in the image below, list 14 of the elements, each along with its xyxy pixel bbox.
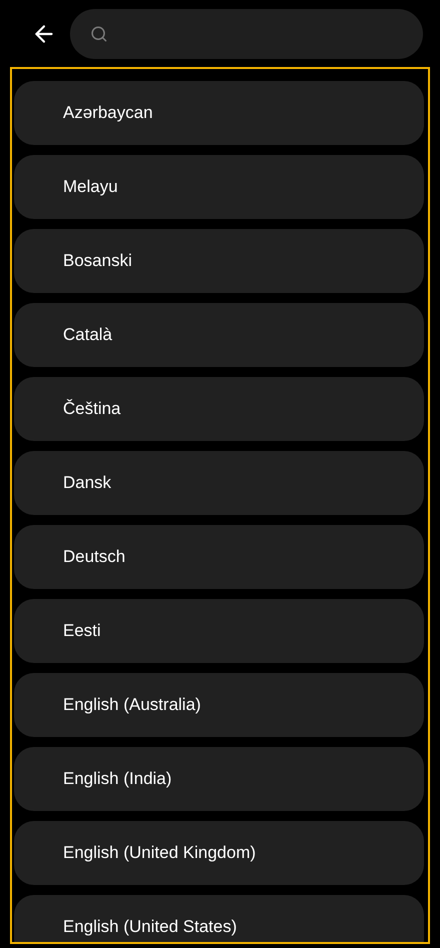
language-item[interactable]: Azərbaycan: [14, 81, 424, 145]
language-item[interactable]: Čeština: [14, 377, 424, 441]
language-item[interactable]: English (United Kingdom): [14, 821, 424, 885]
language-item[interactable]: English (United States): [14, 895, 424, 942]
language-item[interactable]: Eesti: [14, 599, 424, 663]
language-item[interactable]: Deutsch: [14, 525, 424, 589]
search-field[interactable]: [70, 8, 423, 58]
search-icon: [90, 24, 108, 42]
language-item[interactable]: English (Australia): [14, 673, 424, 737]
language-item[interactable]: English (India): [14, 747, 424, 811]
language-item[interactable]: Dansk: [14, 451, 424, 515]
language-item[interactable]: Melayu: [14, 155, 424, 219]
language-item[interactable]: Català: [14, 303, 424, 367]
language-item[interactable]: Bosanski: [14, 229, 424, 293]
